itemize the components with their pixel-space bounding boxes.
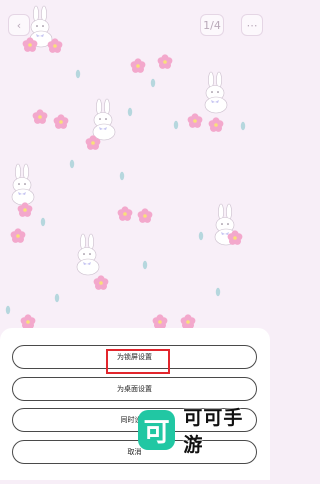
top-bar: ‹ 1/4 ⋯: [0, 0, 270, 50]
set-lock-screen-button[interactable]: 为锁屏设置: [12, 345, 257, 369]
set-lock-screen-label: 为锁屏设置: [117, 353, 152, 361]
set-home-screen-button[interactable]: 为桌面设置: [12, 377, 257, 401]
chevron-left-icon: ‹: [16, 18, 22, 32]
back-button[interactable]: ‹: [8, 14, 30, 36]
watermark-text: 可可手游: [183, 407, 244, 456]
more-button[interactable]: ⋯: [241, 14, 263, 36]
page-indicator: 1/4: [200, 14, 224, 36]
watermark: 可 可可手游: [138, 405, 258, 456]
set-home-screen-label: 为桌面设置: [117, 385, 152, 393]
watermark-logo-char: 可: [143, 417, 170, 448]
watermark-logo: 可: [138, 410, 176, 450]
more-icon: ⋯: [246, 18, 258, 32]
page-indicator-label: 1/4: [203, 18, 221, 32]
